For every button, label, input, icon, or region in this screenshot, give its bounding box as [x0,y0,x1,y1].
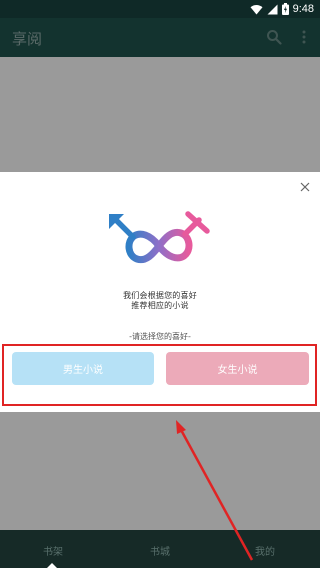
dialog-message-line2: 推荐相应的小说 [131,301,189,310]
app-bar: 享阅 [0,18,320,57]
active-tab-indicator-icon [47,563,57,568]
gender-infinity-logo [109,211,210,264]
more-options-icon[interactable] [298,29,310,45]
nav-bookshelf[interactable]: 书架 [13,543,93,558]
signal-icon [267,4,278,14]
nav-bookstore[interactable]: 书城 [120,543,200,558]
wifi-icon [250,4,263,14]
status-icons: 9:48 [250,2,314,16]
battery-icon [281,3,289,15]
status-time: 9:48 [292,3,314,15]
status-bar: 9:48 [0,0,320,18]
search-icon[interactable] [266,29,282,45]
close-icon[interactable] [298,180,312,194]
highlight-frame [2,344,317,406]
app-title: 享阅 [12,30,43,48]
dialog-hint: -请选择您的喜好- [129,332,191,341]
nav-mine[interactable]: 我的 [225,543,305,558]
